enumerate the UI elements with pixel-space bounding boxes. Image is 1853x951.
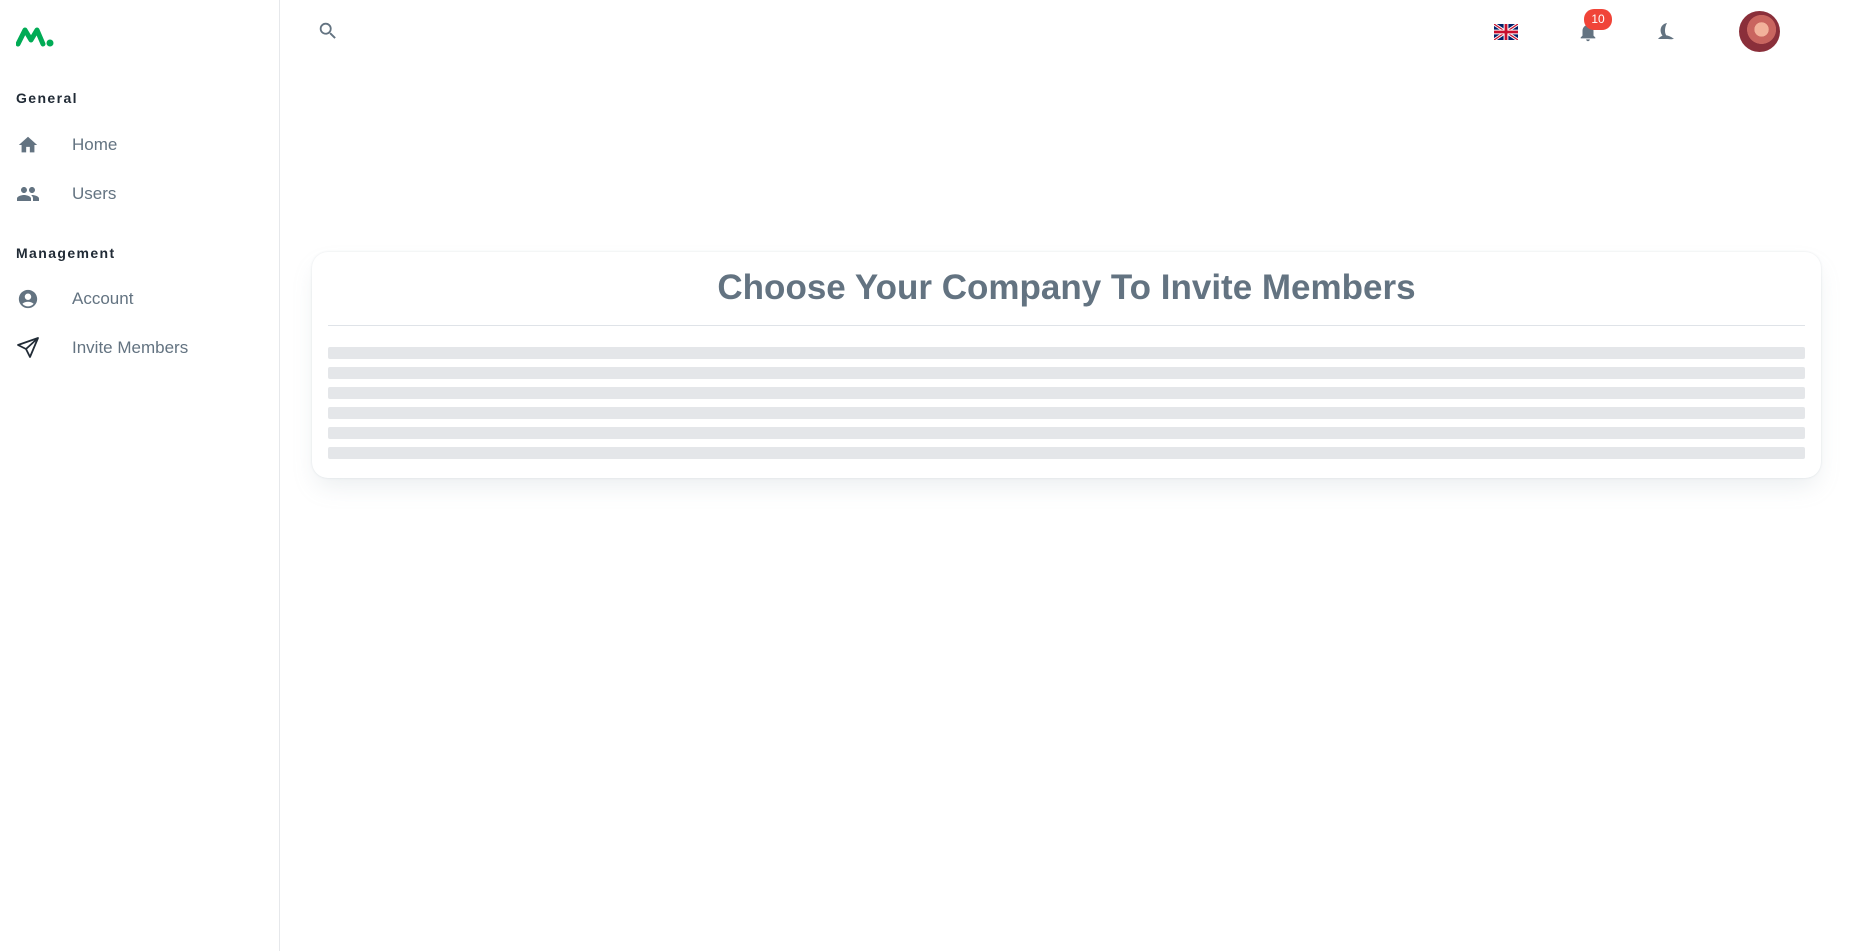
sidebar: General Home Users Management Account In… bbox=[0, 0, 280, 951]
users-icon bbox=[16, 182, 40, 206]
loading-skeleton-row bbox=[328, 387, 1805, 399]
nav-section-management: Management bbox=[16, 245, 116, 261]
loading-skeleton-row bbox=[328, 407, 1805, 419]
sidebar-item-invite-members[interactable]: Invite Members bbox=[0, 325, 279, 371]
home-icon bbox=[16, 133, 40, 157]
loading-skeleton-row bbox=[328, 427, 1805, 439]
user-avatar[interactable] bbox=[1739, 11, 1780, 52]
sidebar-item-label: Users bbox=[72, 184, 117, 203]
sidebar-item-account[interactable]: Account bbox=[0, 276, 279, 322]
page-title: Choose Your Company To Invite Members bbox=[717, 268, 1416, 307]
invite-members-card: Choose Your Company To Invite Members bbox=[312, 252, 1821, 478]
search-icon[interactable] bbox=[314, 17, 342, 45]
sidebar-item-label: Home bbox=[72, 135, 118, 154]
account-icon bbox=[16, 287, 40, 311]
card-divider bbox=[328, 325, 1805, 326]
loading-skeleton-row bbox=[328, 367, 1805, 379]
loading-skeleton-row bbox=[328, 347, 1805, 359]
send-icon bbox=[16, 336, 40, 360]
moon-icon[interactable] bbox=[1652, 18, 1680, 46]
sidebar-item-label: Invite Members bbox=[72, 338, 189, 357]
nav-section-general: General bbox=[16, 90, 78, 106]
sidebar-item-home[interactable]: Home bbox=[0, 122, 279, 168]
uk-flag-icon[interactable] bbox=[1493, 20, 1519, 44]
logo-icon[interactable] bbox=[15, 20, 56, 50]
sidebar-item-users[interactable]: Users bbox=[0, 171, 279, 217]
notification-count-badge: 10 bbox=[1584, 9, 1612, 30]
sidebar-item-label: Account bbox=[72, 289, 134, 308]
topbar bbox=[281, 0, 1853, 64]
loading-skeleton-row bbox=[328, 447, 1805, 459]
